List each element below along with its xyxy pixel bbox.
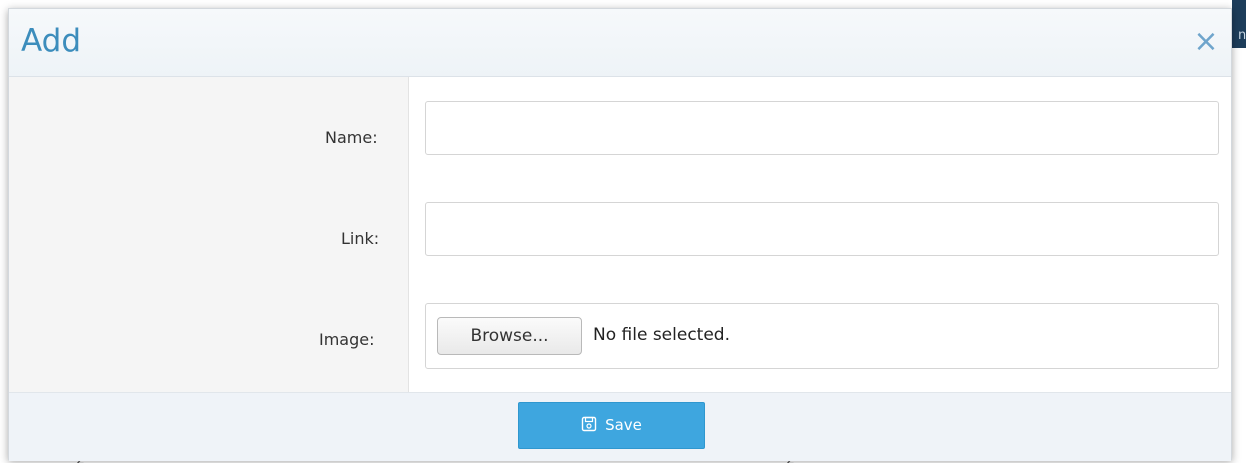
file-status-text: No file selected.: [593, 325, 730, 345]
dialog-footer: Save: [9, 392, 1231, 461]
image-file-input: Browse... No file selected.: [425, 303, 1219, 369]
screen: n 2 2 Add × Name: Link: Image: Browse...…: [0, 0, 1246, 463]
browse-button[interactable]: Browse...: [437, 317, 582, 355]
dialog-title: Add: [21, 23, 82, 59]
link-field[interactable]: [425, 202, 1219, 256]
add-dialog: Add × Name: Link: Image: Browse... No fi…: [8, 8, 1232, 461]
name-label: Name:: [325, 128, 378, 147]
name-field[interactable]: [425, 101, 1219, 155]
close-icon[interactable]: ×: [1191, 25, 1221, 59]
dialog-body: Name: Link: Image: Browse... No file sel…: [9, 77, 1231, 392]
save-button-label: Save: [605, 416, 642, 434]
backdrop-text: n: [1238, 28, 1246, 43]
dialog-header: Add ×: [9, 9, 1231, 77]
save-button[interactable]: Save: [518, 402, 705, 449]
image-label: Image:: [319, 330, 375, 349]
floppy-disk-icon: [581, 416, 597, 432]
link-label: Link:: [341, 229, 380, 248]
